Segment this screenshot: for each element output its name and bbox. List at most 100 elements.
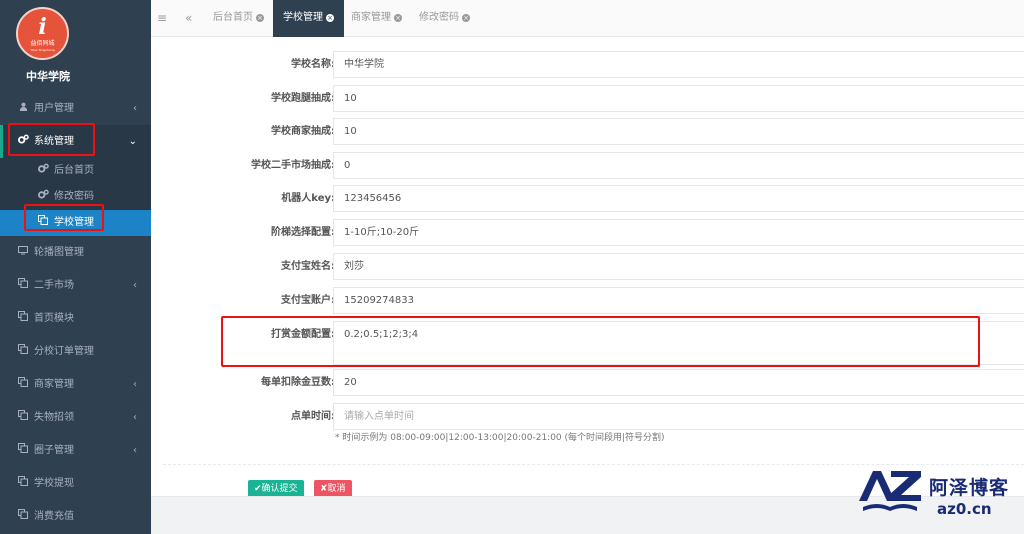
close-icon[interactable]: × — [326, 14, 334, 22]
close-icon[interactable]: × — [256, 14, 264, 22]
school-name-input[interactable]: 中华学院 — [333, 51, 1024, 78]
tab-change-password[interactable]: 修改密码 × — [419, 0, 470, 37]
sidebar-item-system-management[interactable]: 系统管理 ⌄ — [0, 125, 151, 158]
menu-toggle-icon[interactable]: ≡ — [157, 0, 167, 37]
sidebar-subitem-dashboard[interactable]: 后台首页 — [0, 158, 151, 184]
watermark-url: az0.cn — [937, 500, 992, 518]
sidebar-item-label: 学校提现 — [34, 478, 74, 489]
copy-icon — [36, 210, 50, 236]
alipay-name-input[interactable]: 刘莎 — [333, 253, 1024, 280]
sidebar-menu: 用户管理 ‹ 系统管理 ⌄ 后台首页 修改密码 学校管理 轮播图管理 二手市场 … — [0, 92, 151, 533]
sidebar-item-label: 失物招领 — [34, 412, 74, 423]
watermark-logo — [859, 471, 921, 511]
field-label: 支付宝姓名: — [281, 261, 335, 272]
sidebar-item-label: 商家管理 — [34, 379, 74, 390]
errand-commission-input[interactable]: 10 — [333, 85, 1024, 112]
field-label: 学校名称: — [291, 59, 335, 70]
field-label: 打赏金额配置: — [271, 329, 335, 340]
copy-icon — [16, 500, 30, 533]
sidebar-item-label: 用户管理 — [34, 103, 74, 114]
sidebar-item-home-modules[interactable]: 首页模块 — [0, 302, 151, 335]
chevron-left-icon: ‹ — [133, 445, 137, 456]
sidebar: i 益佰同城 Yibai Tongcheng 中华学院 用户管理 ‹ 系统管理 … — [0, 0, 151, 534]
copy-icon — [16, 302, 30, 335]
sidebar-item-carousel[interactable]: 轮播图管理 — [0, 236, 151, 269]
tab-scroll-left-icon[interactable]: « — [185, 0, 192, 37]
sidebar-subitem-label: 修改密码 — [54, 191, 94, 202]
sidebar-item-label: 分校订单管理 — [34, 346, 94, 357]
chevron-left-icon: ‹ — [133, 412, 137, 423]
tab-label: 修改密码 — [419, 12, 459, 23]
sidebar-item-label: 消费充值 — [34, 511, 74, 522]
copy-icon — [16, 335, 30, 368]
close-icon[interactable]: × — [394, 14, 402, 22]
gears-icon — [36, 158, 50, 184]
watermark: 阿泽博客 az0.cn — [855, 467, 1020, 527]
chevron-left-icon: ‹ — [133, 379, 137, 390]
sidebar-item-school-withdraw[interactable]: 学校提现 — [0, 467, 151, 500]
copy-icon — [16, 269, 30, 302]
copy-icon — [16, 467, 30, 500]
copy-icon — [16, 401, 30, 434]
sidebar-profile: i 益佰同城 Yibai Tongcheng 中华学院 — [0, 0, 151, 92]
field-label: 学校商家抽成: — [271, 126, 335, 137]
tier-config-input[interactable]: 1-10斤;10-20斤 — [333, 219, 1024, 246]
logo-text: 益佰同城 — [30, 40, 55, 47]
bean-deduction-input[interactable]: 20 — [333, 369, 1024, 396]
sidebar-item-circles[interactable]: 圈子管理 ‹ — [0, 434, 151, 467]
tab-label: 商家管理 — [351, 12, 391, 23]
logo-glyph: i — [38, 14, 47, 40]
sidebar-subitem-change-password[interactable]: 修改密码 — [0, 184, 151, 210]
school-name: 中华学院 — [26, 70, 70, 83]
close-icon[interactable]: × — [462, 14, 470, 22]
sidebar-subitem-school-management[interactable]: 学校管理 — [0, 210, 151, 236]
tab-bar: ≡ « 后台首页 × 学校管理 × 商家管理 × 修改密码 × — [151, 0, 1024, 37]
tip-config-textarea[interactable]: 0.2;0.5;1;2;3;4 — [333, 321, 1024, 365]
field-label: 学校跑腿抽成: — [271, 93, 335, 104]
chevron-down-icon: ⌄ — [128, 136, 137, 147]
tab-school-management[interactable]: 学校管理 × — [273, 0, 344, 37]
logo-subtext: Yibai Tongcheng — [30, 48, 55, 52]
sidebar-item-user-management[interactable]: 用户管理 ‹ — [0, 92, 151, 125]
alipay-account-input[interactable]: 15209274833 — [333, 287, 1024, 314]
field-label: 点单时间: — [291, 411, 335, 422]
sidebar-subitem-label: 学校管理 — [54, 217, 94, 228]
watermark-title: 阿泽博客 — [929, 477, 1010, 499]
sidebar-item-merchants[interactable]: 商家管理 ‹ — [0, 368, 151, 401]
desktop-icon — [16, 236, 30, 269]
school-logo: i 益佰同城 Yibai Tongcheng — [16, 7, 69, 60]
chevron-left-icon: ‹ — [133, 280, 137, 291]
gears-icon — [36, 184, 50, 210]
sidebar-item-branch-orders[interactable]: 分校订单管理 — [0, 335, 151, 368]
sidebar-item-second-hand[interactable]: 二手市场 ‹ — [0, 269, 151, 302]
sidebar-item-label: 圈子管理 — [34, 445, 74, 456]
order-time-input[interactable]: 请输入点单时间 — [333, 403, 1024, 430]
form-divider — [163, 464, 1024, 465]
sidebar-item-label: 首页模块 — [34, 313, 74, 324]
school-form: 学校名称: 中华学院 学校跑腿抽成: 10 学校商家抽成: 10 学校二手市场抽… — [151, 37, 1024, 534]
sidebar-item-label: 系统管理 — [34, 136, 74, 147]
field-label: 阶梯选择配置: — [271, 227, 335, 238]
order-time-hint: * 时间示例为 08:00-09:00|12:00-13:00|20:00-21… — [335, 433, 665, 443]
sidebar-subitem-label: 后台首页 — [54, 165, 94, 176]
sidebar-item-label: 二手市场 — [34, 280, 74, 291]
field-label: 每单扣除金豆数: — [261, 377, 335, 388]
copy-icon — [16, 434, 30, 467]
tab-label: 学校管理 — [283, 12, 323, 23]
sidebar-item-lost-found[interactable]: 失物招领 ‹ — [0, 401, 151, 434]
field-label: 支付宝账户: — [281, 295, 335, 306]
tab-label: 后台首页 — [213, 12, 253, 23]
sidebar-item-label: 轮播图管理 — [34, 247, 84, 258]
merchant-commission-input[interactable]: 10 — [333, 118, 1024, 145]
field-label: 学校二手市场抽成: — [251, 160, 335, 171]
chevron-left-icon: ‹ — [133, 103, 137, 114]
tab-dashboard[interactable]: 后台首页 × — [213, 0, 264, 37]
user-icon — [16, 92, 30, 125]
gears-icon — [16, 125, 30, 158]
sidebar-item-recharge[interactable]: 消费充值 — [0, 500, 151, 533]
copy-icon — [16, 368, 30, 401]
secondhand-commission-input[interactable]: 0 — [333, 152, 1024, 179]
tab-merchant-management[interactable]: 商家管理 × — [351, 0, 402, 37]
robot-key-input[interactable]: 123456456 — [333, 185, 1024, 212]
field-label: 机器人key: — [281, 193, 335, 204]
